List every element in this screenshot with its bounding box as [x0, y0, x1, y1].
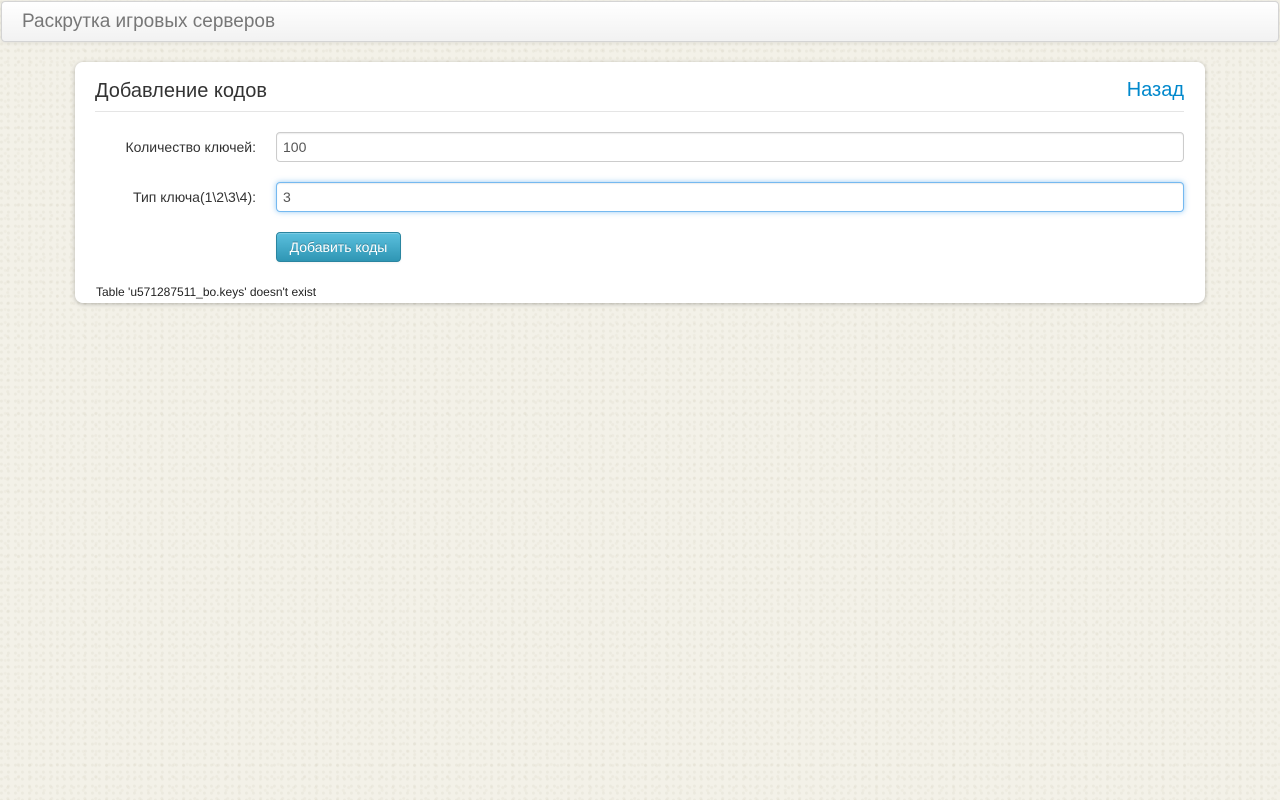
- panel-header: Добавление кодов Назад: [95, 62, 1184, 112]
- page-title: Добавление кодов: [95, 80, 267, 102]
- top-navbar: Раскрутка игровых серверов: [1, 1, 1279, 42]
- add-codes-panel: Добавление кодов Назад Количество ключей…: [75, 62, 1205, 303]
- brand-link[interactable]: Раскрутка игровых серверов: [22, 12, 275, 32]
- form-row-key-type: Тип ключа(1\2\3\4):: [75, 182, 1205, 212]
- key-count-input[interactable]: [276, 132, 1184, 162]
- error-message: Table 'u571287511_bo.keys' doesn't exist: [96, 285, 317, 299]
- back-link[interactable]: Назад: [1127, 78, 1184, 102]
- key-type-input[interactable]: [276, 182, 1184, 212]
- key-type-label: Тип ключа(1\2\3\4):: [133, 189, 256, 205]
- form-row-key-count: Количество ключей:: [75, 132, 1205, 162]
- key-count-label: Количество ключей:: [125, 139, 256, 155]
- add-codes-button[interactable]: Добавить коды: [276, 232, 401, 262]
